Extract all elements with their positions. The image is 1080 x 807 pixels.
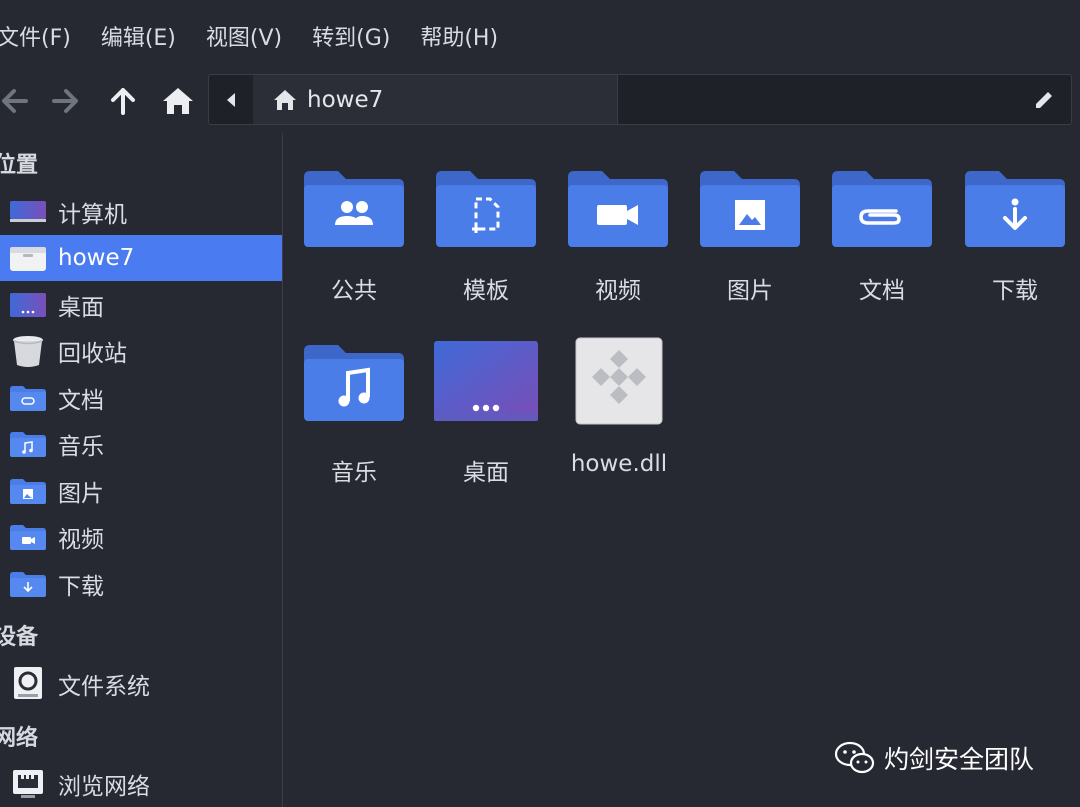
sidebar-item-music[interactable]: 音乐: [0, 421, 282, 467]
places-heading: 位置: [0, 153, 39, 178]
pencil-icon: [1036, 92, 1052, 108]
network-icon: [9, 769, 47, 799]
documents-folder-icon: [832, 171, 932, 247]
sidebar-item-label: 文件系统: [58, 674, 150, 700]
sidebar-item-network[interactable]: 浏览网络: [0, 761, 282, 807]
computer-icon: [9, 197, 47, 227]
documents-folder-icon: [9, 383, 47, 413]
sidebar-item-label: 计算机: [58, 202, 127, 228]
sidebar-item-label: 音乐: [58, 434, 104, 460]
watermark: 灼剑安全团队: [834, 740, 1034, 776]
file-name: 图片: [727, 278, 773, 304]
file-name: 公共: [331, 278, 377, 304]
file-item-dll[interactable]: howe.dll: [554, 337, 684, 477]
pictures-folder-icon: [700, 171, 800, 247]
triangle-left-icon: [227, 92, 235, 107]
file-name: howe.dll: [570, 451, 668, 477]
sidebar-item-computer[interactable]: 计算机: [0, 189, 282, 235]
file-item-videos[interactable]: 视频: [553, 169, 683, 309]
path-bar[interactable]: howe7: [208, 74, 1072, 125]
network-heading: 网络: [0, 726, 39, 751]
sidebar-item-desktop[interactable]: 桌面: [0, 282, 282, 328]
home-folder-icon: [9, 243, 47, 273]
sidebar-item-trash[interactable]: 回收站: [0, 328, 282, 374]
dll-file-icon: [575, 337, 663, 425]
file-name: 桌面: [463, 460, 509, 486]
wechat-icon: [834, 740, 876, 776]
menu-help[interactable]: 帮助(H): [420, 20, 498, 52]
templates-folder-icon: [436, 171, 536, 247]
desktop-folder-icon: [434, 341, 538, 421]
menu-file[interactable]: 文件(F): [0, 20, 71, 52]
sidebar-item-label: 图片: [58, 481, 104, 507]
up-button[interactable]: [105, 84, 141, 118]
sidebar-item-label: 桌面: [58, 295, 104, 321]
sidebar-item-label: 浏览网络: [58, 774, 150, 800]
file-item-pictures[interactable]: 图片: [685, 169, 815, 309]
home-icon: [163, 88, 193, 114]
pictures-folder-icon: [9, 476, 47, 506]
drive-icon: [9, 667, 47, 699]
sidebar-item-label: 视频: [58, 527, 104, 553]
music-folder-icon: [304, 345, 404, 421]
menu-edit[interactable]: 编辑(E): [101, 20, 176, 52]
file-view: 公共 模板 视频 图片 文档 下载 音乐 桌面 howe.dll: [283, 133, 1080, 807]
file-item-templates[interactable]: 模板: [421, 169, 551, 309]
sidebar-item-videos[interactable]: 视频: [0, 514, 282, 560]
sidebar-item-documents[interactable]: 文档: [0, 375, 282, 421]
file-item-desktop[interactable]: 桌面: [421, 341, 551, 486]
watermark-text: 灼剑安全团队: [884, 745, 1035, 774]
file-name: 音乐: [331, 460, 377, 486]
desktop-icon: [9, 290, 47, 320]
file-item-public[interactable]: 公共: [289, 169, 419, 309]
sidebar-item-downloads[interactable]: 下载: [0, 561, 282, 607]
path-scroll-left-button[interactable]: [209, 75, 254, 124]
menu-view[interactable]: 视图(V): [206, 20, 282, 52]
arrow-left-icon: [2, 89, 28, 113]
music-folder-icon: [9, 429, 47, 459]
back-button[interactable]: [0, 84, 32, 118]
sidebar-item-pictures[interactable]: 图片: [0, 468, 282, 514]
sidebar: 位置 计算机 howe7 桌面 回收站 文档 音乐 图片 视频 下载 设备 文件…: [0, 133, 283, 807]
sidebar-item-filesystem[interactable]: 文件系统: [0, 661, 282, 707]
forward-button[interactable]: [48, 84, 84, 118]
sidebar-item-home[interactable]: howe7: [0, 235, 282, 281]
breadcrumb-home[interactable]: howe7: [253, 75, 618, 124]
home-button[interactable]: [160, 84, 196, 118]
arrow-up-icon: [111, 88, 135, 115]
sidebar-item-label: howe7: [58, 245, 135, 271]
edit-location-button[interactable]: [1029, 85, 1059, 115]
file-name: 视频: [595, 278, 641, 304]
videos-folder-icon: [9, 522, 47, 552]
videos-folder-icon: [568, 171, 668, 247]
file-item-documents[interactable]: 文档: [817, 169, 947, 309]
public-folder-icon: [304, 171, 404, 247]
sidebar-item-label: 文档: [58, 388, 104, 414]
sidebar-item-label: 下载: [58, 574, 104, 600]
file-name: 文档: [859, 278, 905, 304]
sidebar-item-label: 回收站: [58, 341, 127, 367]
trash-icon: [9, 336, 47, 367]
file-name: 下载: [992, 278, 1038, 304]
file-item-music[interactable]: 音乐: [289, 343, 419, 486]
devices-heading: 设备: [0, 625, 39, 650]
downloads-folder-icon: [965, 171, 1065, 247]
menu-go[interactable]: 转到(G): [312, 20, 390, 52]
downloads-folder-icon: [9, 569, 47, 599]
arrow-right-icon: [52, 89, 78, 113]
menu-bar: 文件(F) 编辑(E) 视图(V) 转到(G) 帮助(H): [0, 0, 1080, 72]
file-item-downloads[interactable]: 下载: [950, 169, 1080, 309]
file-name: 模板: [463, 278, 509, 304]
home-icon: [273, 89, 297, 111]
breadcrumb-label: howe7: [307, 86, 384, 113]
